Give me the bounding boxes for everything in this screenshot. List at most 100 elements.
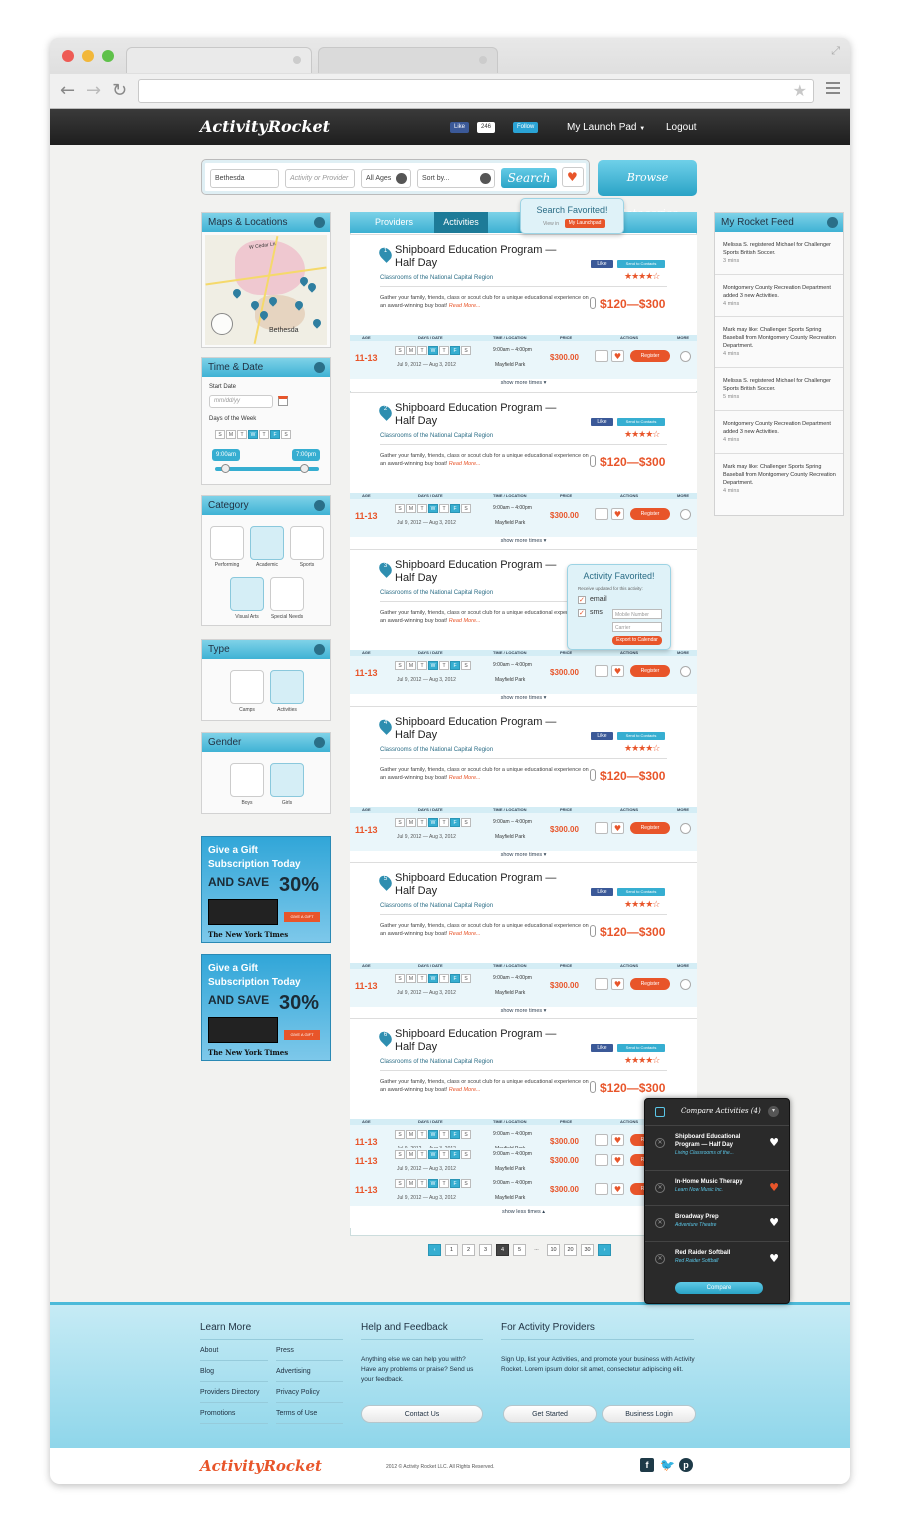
edit-icon[interactable] xyxy=(595,1154,608,1166)
category-special-needs-icon[interactable] xyxy=(270,577,304,611)
activity-title[interactable]: Shipboard Education Program — Half Day xyxy=(395,716,575,742)
map-pan-control[interactable] xyxy=(211,313,233,335)
nyt-ad[interactable]: Give a Gift Subscription Today AND SAVE … xyxy=(201,836,331,943)
forward-icon[interactable]: → xyxy=(86,80,101,101)
calendar-icon[interactable] xyxy=(278,396,288,406)
page-button[interactable]: 5 xyxy=(513,1244,526,1256)
show-more-times[interactable]: show more times ▾ xyxy=(350,852,697,858)
twitter-follow-button[interactable]: Follow xyxy=(513,122,539,133)
footer-link-about[interactable]: About xyxy=(200,1347,218,1354)
footer-link-promotions[interactable]: Promotions xyxy=(200,1410,235,1417)
start-date-input[interactable]: mm/dd/yy xyxy=(209,395,273,408)
search-button[interactable]: Search xyxy=(501,168,557,188)
gender-girls-icon[interactable] xyxy=(270,763,304,797)
footer-link-advertising[interactable]: Advertising xyxy=(276,1368,311,1375)
provider-name[interactable]: Classrooms of the National Capital Regio… xyxy=(380,1059,493,1065)
facebook-icon[interactable]: f xyxy=(640,1458,654,1472)
location-input[interactable]: Bethesda xyxy=(210,169,279,188)
collapse-icon[interactable] xyxy=(314,217,325,228)
browse-categories-button[interactable]: Browse Categories xyxy=(598,160,697,220)
collapse-icon[interactable] xyxy=(314,362,325,373)
maximize-dot[interactable] xyxy=(102,50,114,62)
favorite-search-button[interactable]: ♥ xyxy=(562,167,584,187)
more-chevron-icon[interactable] xyxy=(680,351,691,362)
page-button[interactable]: 4 xyxy=(496,1244,509,1256)
activity-title[interactable]: Shipboard Education Program — Half Day xyxy=(395,244,575,270)
provider-name[interactable]: Classrooms of the National Capital Regio… xyxy=(380,433,493,439)
slider-handle-start[interactable] xyxy=(221,464,230,473)
address-bar[interactable]: ★ xyxy=(138,79,814,103)
edit-icon[interactable] xyxy=(655,1107,665,1117)
reload-icon[interactable]: ↻ xyxy=(112,80,127,101)
category-sports-icon[interactable] xyxy=(290,526,324,560)
sms-checkbox[interactable]: ✓ xyxy=(578,609,586,617)
category-performing-icon[interactable] xyxy=(210,526,244,560)
day-tue[interactable]: T xyxy=(237,430,247,439)
provider-name[interactable]: Classrooms of the National Capital Regio… xyxy=(380,590,493,596)
send-to-contacts-button[interactable]: Send to Contacts xyxy=(617,418,665,426)
email-checkbox[interactable]: ✓ xyxy=(578,596,586,604)
edit-icon[interactable] xyxy=(595,822,608,834)
page-button[interactable]: 2 xyxy=(462,1244,475,1256)
more-chevron-icon[interactable] xyxy=(680,979,691,990)
register-button[interactable]: Register xyxy=(630,665,670,677)
remove-icon[interactable]: ✕ xyxy=(655,1183,665,1193)
register-button[interactable]: Register xyxy=(630,508,670,520)
day-mon[interactable]: M xyxy=(226,430,236,439)
more-chevron-icon[interactable] xyxy=(680,666,691,677)
favorite-button[interactable]: ♥ xyxy=(611,1134,624,1146)
compare-item[interactable]: ✕ Red Raider Softball Red Raider Softball ♥ xyxy=(645,1241,789,1277)
read-more-link[interactable]: Read More... xyxy=(449,1087,481,1093)
show-more-times[interactable]: show more times ▾ xyxy=(350,380,697,386)
favorite-button[interactable]: ♥ xyxy=(611,508,624,520)
mobile-number-input[interactable]: Mobile Number xyxy=(612,609,662,619)
footer-link-providers-directory[interactable]: Providers Directory xyxy=(200,1389,260,1396)
remove-icon[interactable]: ✕ xyxy=(655,1218,665,1228)
show-more-times[interactable]: show more times ▾ xyxy=(350,695,697,701)
favorite-button[interactable]: ♥ xyxy=(611,978,624,990)
fb-like-button[interactable]: Like xyxy=(450,122,470,133)
fb-like-button[interactable]: Like xyxy=(591,260,613,268)
category-visual-arts-icon[interactable] xyxy=(230,577,264,611)
category-academic-icon[interactable] xyxy=(250,526,284,560)
provider-name[interactable]: Classrooms of the National Capital Regio… xyxy=(380,903,493,909)
compare-item[interactable]: ✕ Broadway Prep Adventure Theatre ♥ xyxy=(645,1205,789,1241)
activity-title[interactable]: Shipboard Education Program — Half Day xyxy=(395,559,575,585)
day-fri[interactable]: F xyxy=(270,430,280,439)
favorite-button[interactable]: ♥ xyxy=(611,665,624,677)
chevron-down-icon[interactable]: ▾ xyxy=(768,1106,779,1117)
register-button[interactable]: Register xyxy=(630,978,670,990)
collapse-icon[interactable] xyxy=(314,737,325,748)
activity-title[interactable]: Shipboard Education Program — Half Day xyxy=(395,1028,575,1054)
read-more-link[interactable]: Read More... xyxy=(449,618,481,624)
tab-activities[interactable]: Activities xyxy=(434,212,488,233)
fb-like-button[interactable]: Like xyxy=(591,888,613,896)
favorite-button[interactable]: ♥ xyxy=(611,1154,624,1166)
sort-select[interactable]: Sort by... xyxy=(417,169,495,188)
favorite-button[interactable]: ♥ xyxy=(611,1183,624,1195)
gender-boys-icon[interactable] xyxy=(230,763,264,797)
collapse-icon[interactable] xyxy=(314,500,325,511)
favorite-button[interactable]: ♥ xyxy=(611,822,624,834)
collapse-icon[interactable] xyxy=(314,644,325,655)
more-chevron-icon[interactable] xyxy=(680,509,691,520)
footer-logo[interactable]: ActivityRocket xyxy=(200,1457,322,1475)
remove-icon[interactable]: ✕ xyxy=(655,1254,665,1264)
day-thu[interactable]: T xyxy=(259,430,269,439)
heart-icon[interactable]: ♥ xyxy=(769,1216,779,1229)
site-logo[interactable]: ActivityRocket xyxy=(200,117,330,136)
send-to-contacts-button[interactable]: Send to Contacts xyxy=(617,732,665,740)
heart-icon[interactable]: ♥ xyxy=(769,1136,779,1149)
ages-select[interactable]: All Ages xyxy=(361,169,411,188)
browser-tab-active[interactable] xyxy=(126,47,312,73)
browser-menu-icon[interactable] xyxy=(826,82,840,94)
carrier-select[interactable]: Carrier xyxy=(612,622,662,632)
activity-title[interactable]: Shipboard Education Program — Half Day xyxy=(395,872,575,898)
fb-like-button[interactable]: Like xyxy=(591,732,613,740)
export-calendar-button[interactable]: Export to Calendar xyxy=(612,636,662,645)
compare-item[interactable]: ✕ Shipboard Educational Program — Half Da… xyxy=(645,1125,789,1161)
business-login-button[interactable]: Business Login xyxy=(602,1405,696,1423)
day-sat[interactable]: S xyxy=(281,430,291,439)
edit-icon[interactable] xyxy=(595,1183,608,1195)
twitter-icon[interactable]: 🐦 xyxy=(660,1458,675,1472)
